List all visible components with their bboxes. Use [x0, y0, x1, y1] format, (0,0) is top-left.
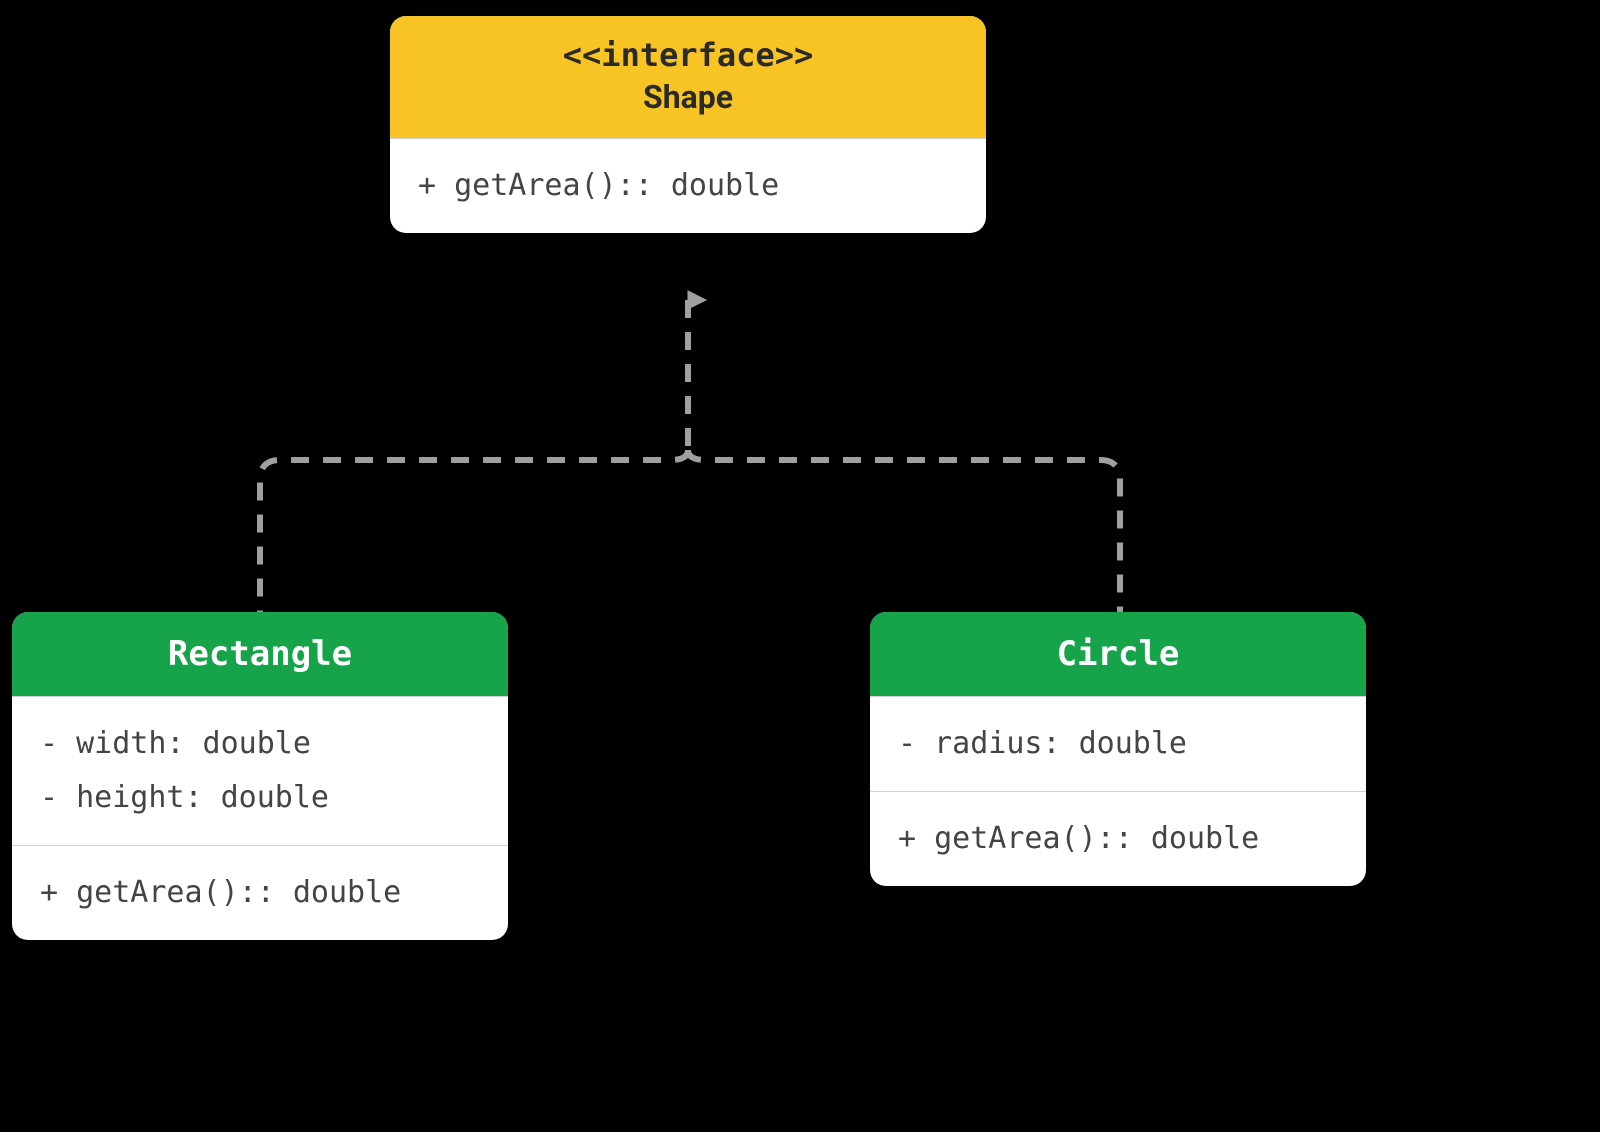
class-circle-box: Circle - radius: double + getArea():: do…: [870, 612, 1366, 886]
rectangle-name: Rectangle: [168, 634, 352, 674]
circle-methods-section: + getArea():: double: [870, 791, 1366, 886]
rectangle-attributes-section: - width: double - height: double: [12, 696, 508, 845]
connector-to-rectangle: [260, 450, 688, 612]
interface-shape-box: <<interface>> Shape + getArea():: double: [390, 16, 986, 233]
interface-name: Shape: [418, 78, 958, 116]
rectangle-header: Rectangle: [12, 612, 508, 696]
uml-diagram: <<interface>> Shape + getArea():: double…: [0, 0, 1600, 1132]
rectangle-attr-height: - height: double: [40, 771, 480, 825]
circle-name: Circle: [1057, 634, 1180, 674]
interface-method: + getArea():: double: [418, 159, 958, 213]
class-rectangle-box: Rectangle - width: double - height: doub…: [12, 612, 508, 940]
rectangle-methods-section: + getArea():: double: [12, 845, 508, 940]
circle-header: Circle: [870, 612, 1366, 696]
rectangle-method: + getArea():: double: [40, 866, 480, 920]
rectangle-attr-width: - width: double: [40, 717, 480, 771]
circle-method: + getArea():: double: [898, 812, 1338, 866]
circle-attributes-section: - radius: double: [870, 696, 1366, 791]
interface-header: <<interface>> Shape: [390, 16, 986, 138]
circle-attr-radius: - radius: double: [898, 717, 1338, 771]
interface-stereotype: <<interface>>: [418, 36, 958, 74]
connector-to-circle: [688, 450, 1120, 612]
interface-methods-section: + getArea():: double: [390, 138, 986, 233]
